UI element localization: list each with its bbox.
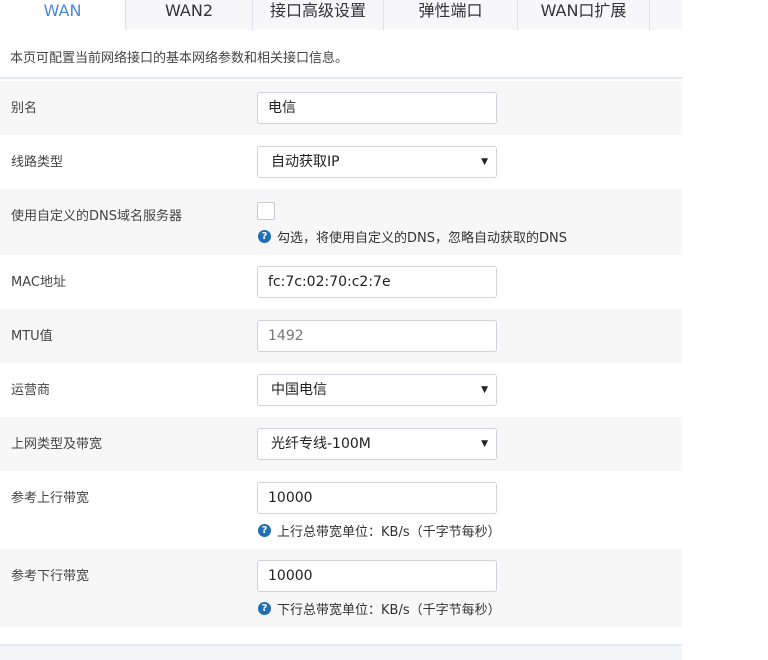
- custom-dns-checkbox[interactable]: [257, 202, 275, 220]
- form-row-isp: 运营商 中国电信 ▼: [0, 363, 682, 417]
- access-type-label: 上网类型及带宽: [11, 437, 103, 452]
- mtu-label: MTU值: [11, 329, 53, 344]
- mac-label: MAC地址: [11, 275, 66, 290]
- tab-wan-extension[interactable]: WAN口扩展: [518, 0, 650, 30]
- custom-dns-hint-text: 勾选，将使用自定义的DNS，忽略自动获取的DNS: [277, 231, 567, 246]
- tab-bar-filler: [650, 0, 682, 30]
- page-background: [682, 0, 768, 660]
- mtu-input[interactable]: 1492: [257, 320, 497, 352]
- line-type-select[interactable]: 自动获取IP ▼: [257, 146, 497, 178]
- upstream-label: 参考上行带宽: [11, 491, 90, 506]
- caret-down-icon: ▼: [481, 385, 488, 395]
- caret-down-icon: ▼: [481, 439, 488, 449]
- form-row-mtu: MTU值 1492: [0, 309, 682, 363]
- isp-select[interactable]: 中国电信 ▼: [257, 374, 497, 406]
- form-row-custom-dns: 使用自定义的DNS域名服务器 ? 勾选，将使用自定义的DNS，忽略自动获取的DN…: [0, 189, 682, 255]
- tab-bar: WAN WAN2 接口高级设置 弹性端口 WAN口扩展: [0, 0, 682, 30]
- page-description: 本页可配置当前网络接口的基本网络参数和相关接口信息。: [0, 30, 682, 79]
- form-row-alias: 别名 电信: [0, 81, 682, 135]
- line-type-value: 自动获取IP: [271, 154, 340, 170]
- downstream-label: 参考下行带宽: [11, 569, 90, 584]
- mac-input[interactable]: fc:7c:02:70:c2:7e: [257, 266, 497, 298]
- upstream-input[interactable]: 10000: [257, 482, 497, 514]
- isp-label: 运营商: [11, 383, 51, 398]
- tab-interface-advanced[interactable]: 接口高级设置: [253, 0, 384, 30]
- caret-down-icon: ▼: [481, 157, 488, 167]
- custom-dns-hint: ? 勾选，将使用自定义的DNS，忽略自动获取的DNS: [258, 227, 567, 246]
- downstream-hint-text: 下行总带宽单位：KB/s（千字节每秒）: [277, 603, 501, 618]
- form-row-line-type: 线路类型 自动获取IP ▼: [0, 135, 682, 189]
- tab-elastic-port[interactable]: 弹性端口: [384, 0, 518, 30]
- upstream-hint: ? 上行总带宽单位：KB/s（千字节每秒）: [258, 521, 501, 540]
- alias-input[interactable]: 电信: [257, 92, 497, 124]
- custom-dns-label: 使用自定义的DNS域名服务器: [11, 209, 182, 224]
- downstream-hint: ? 下行总带宽单位：KB/s（千字节每秒）: [258, 599, 501, 618]
- access-type-select[interactable]: 光纤专线-100M ▼: [257, 428, 497, 460]
- tab-wan[interactable]: WAN: [0, 0, 126, 30]
- form-row-mac: MAC地址 fc:7c:02:70:c2:7e: [0, 255, 682, 309]
- tab-wan2[interactable]: WAN2: [126, 0, 253, 30]
- wan-config-panel: WAN WAN2 接口高级设置 弹性端口 WAN口扩展 本页可配置当前网络接口的…: [0, 0, 682, 660]
- question-circle-icon: ?: [258, 230, 271, 243]
- downstream-input[interactable]: 10000: [257, 560, 497, 592]
- upstream-hint-text: 上行总带宽单位：KB/s（千字节每秒）: [277, 525, 501, 540]
- form-row-upstream: 参考上行带宽 10000 ? 上行总带宽单位：KB/s（千字节每秒）: [0, 471, 682, 549]
- alias-label: 别名: [11, 101, 38, 116]
- form-row-access-type: 上网类型及带宽 光纤专线-100M ▼: [0, 417, 682, 471]
- line-type-label: 线路类型: [11, 155, 64, 170]
- form-row-downstream: 参考下行带宽 10000 ? 下行总带宽单位：KB/s（千字节每秒）: [0, 549, 682, 627]
- bottom-divider: [0, 644, 682, 660]
- question-circle-icon: ?: [258, 602, 271, 615]
- isp-value: 中国电信: [271, 382, 327, 398]
- access-type-value: 光纤专线-100M: [271, 436, 371, 452]
- question-circle-icon: ?: [258, 524, 271, 537]
